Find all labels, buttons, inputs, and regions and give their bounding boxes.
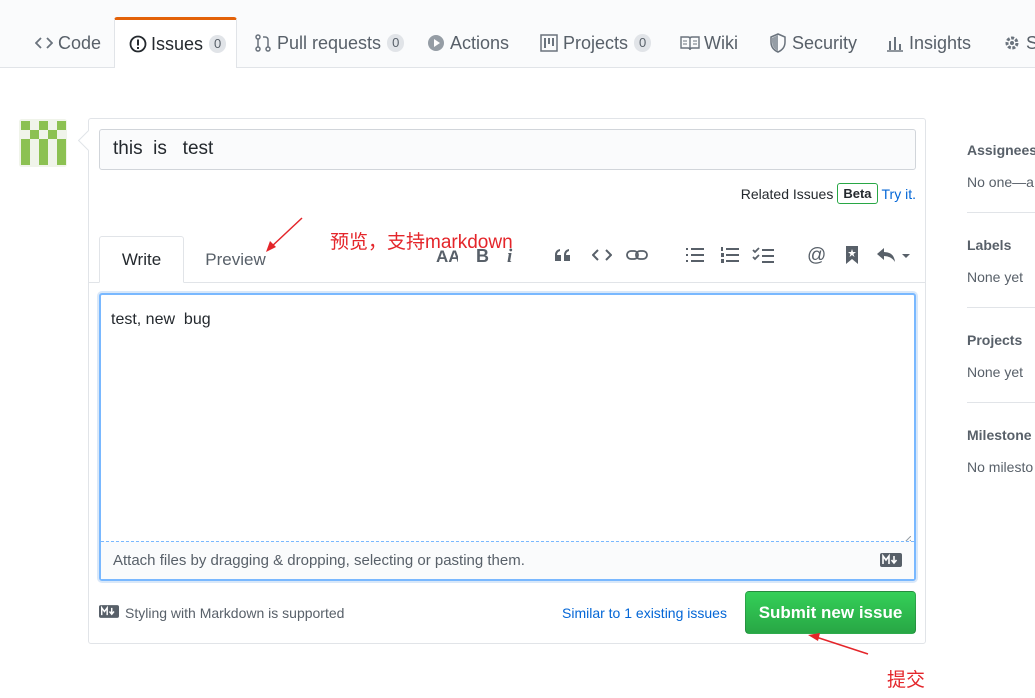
markdown-icon [880,553,902,571]
sidebar-divider [967,402,1035,403]
similar-issues-link[interactable]: Similar to 1 existing issues [562,605,727,621]
labels-value: None yet [967,269,1024,285]
identicon-icon [19,119,67,167]
markdown-support-label: Styling with Markdown is supported [125,605,345,621]
milestone-value: No milesto [967,459,1034,475]
tab-security-label: Security [792,32,858,53]
preview-arrow-icon [266,217,303,252]
code-icon [34,33,54,53]
tab-pull-requests-label: Pull requests [277,32,382,53]
assignees-value: No one—a [967,174,1034,190]
related-issues-label: Related Issues [740,185,834,202]
tab-wiki[interactable]: Wiki [680,18,738,68]
markdown-support-note[interactable]: Styling with Markdown is supported [99,605,344,621]
resize-handle-icon[interactable] [902,531,912,545]
project-icon [539,33,559,53]
tab-wiki-label: Wiki [704,32,738,53]
related-issues: Related Issues Beta Try it. [741,183,916,204]
tab-projects[interactable]: Projects 0 [539,18,652,68]
try-it-link[interactable]: Try it. [882,186,916,202]
tab-code[interactable]: Code [34,18,101,68]
mention-icon[interactable]: @ [806,244,828,266]
tab-pull-requests[interactable]: Pull requests 0 [253,18,405,68]
shield-icon [768,33,788,53]
pull-requests-counter: 0 [387,34,405,52]
book-icon [680,33,700,53]
projects-counter: 0 [634,34,652,52]
repo-nav: Code Issues 0 Pull requests 0 Actions Pr… [0,0,1035,68]
submit-new-issue-button[interactable]: Submit new issue [745,591,916,634]
submit-arrow-icon [808,633,869,655]
sidebar-divider [967,212,1035,213]
issue-opened-icon [129,34,147,54]
write-tab[interactable]: Write [99,236,184,283]
task-list-icon[interactable] [752,244,774,266]
tab-code-label: Code [58,32,102,53]
tab-insights-label: Insights [909,32,972,53]
projects-heading[interactable]: Projects [967,332,1022,348]
gear-icon [1002,33,1022,53]
issue-body-textarea[interactable]: test, new bug Attach files by dragging &… [99,293,916,581]
assignees-heading[interactable]: Assignees [967,142,1035,158]
bullet-list-icon[interactable] [685,244,705,266]
tab-issues-label: Issues [151,33,204,54]
preview-annotation: 预览，支持markdown [330,232,513,253]
tab-settings[interactable]: S [1002,18,1035,68]
svg-text:@: @ [807,245,826,265]
markdown-icon [99,605,119,621]
tab-issues[interactable]: Issues 0 [114,17,237,68]
git-pull-request-icon [253,33,273,53]
reply-icon[interactable] [876,244,912,266]
quote-icon[interactable] [553,244,573,266]
issues-counter: 0 [209,35,227,53]
numbered-list-icon[interactable] [720,244,740,266]
sidebar-divider [967,307,1035,308]
tab-settings-label: S [1026,32,1035,53]
tab-security[interactable]: Security [768,18,857,68]
saved-reply-icon[interactable] [843,244,861,266]
labels-heading[interactable]: Labels [967,237,1011,253]
tab-insights[interactable]: Insights [885,18,971,68]
issue-body-text: test, new bug [111,311,211,328]
issue-title-input[interactable]: this is test [99,129,916,170]
beta-badge: Beta [837,183,878,204]
graph-icon [885,33,905,53]
link-icon[interactable] [626,244,648,266]
milestone-heading[interactable]: Milestone [967,427,1032,443]
submit-annotation: 提交 [887,670,926,691]
play-icon [426,33,446,53]
tab-actions[interactable]: Actions [426,18,509,68]
tab-projects-label: Projects [563,32,629,53]
avatar[interactable] [19,119,67,167]
file-drop-zone[interactable]: Attach files by dragging & dropping, sel… [101,541,914,579]
projects-value: None yet [967,364,1024,380]
code-icon[interactable] [591,244,613,266]
file-drop-hint: Attach files by dragging & dropping, sel… [113,552,525,569]
tab-actions-label: Actions [450,32,510,53]
